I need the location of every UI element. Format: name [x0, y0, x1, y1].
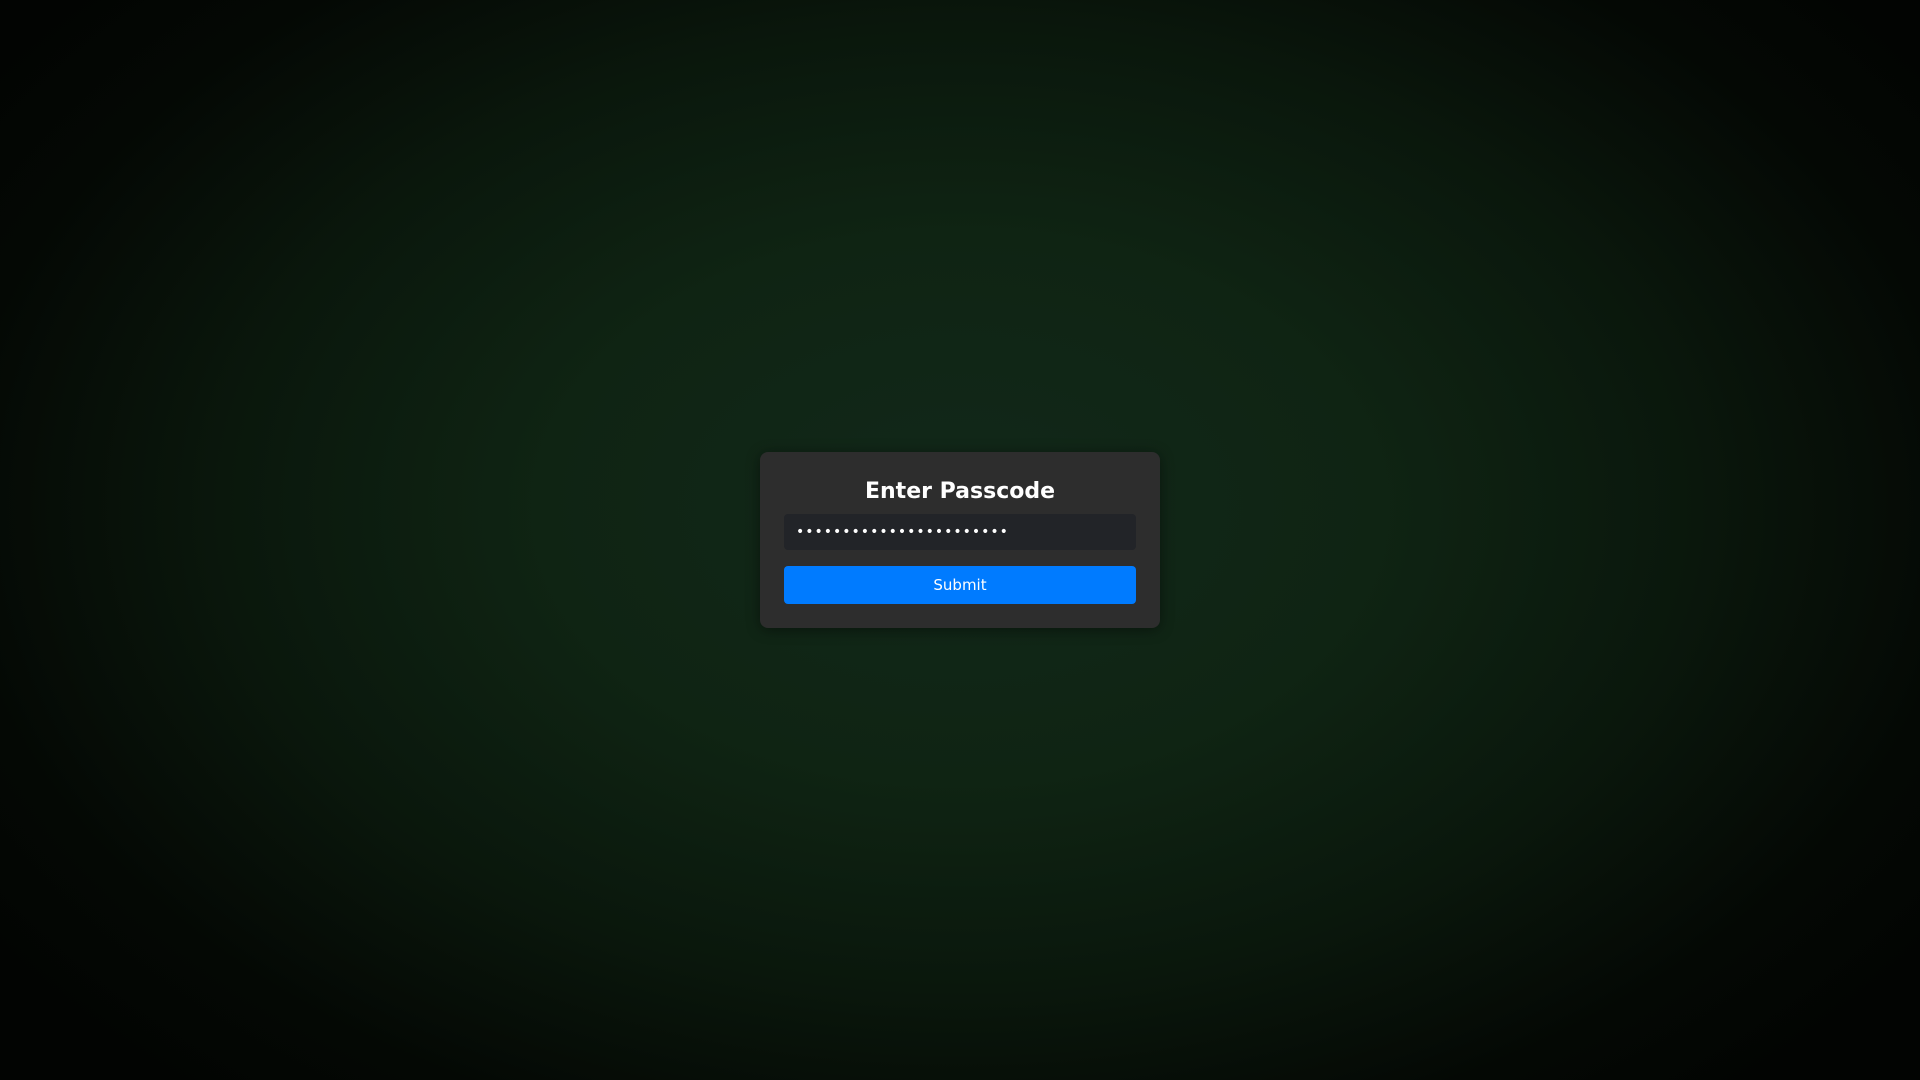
dialog-title: Enter Passcode [864, 479, 1056, 504]
passcode-dialog: Enter Passcode Submit [760, 452, 1160, 628]
passcode-input[interactable] [784, 514, 1136, 550]
submit-button[interactable]: Submit [784, 566, 1136, 604]
